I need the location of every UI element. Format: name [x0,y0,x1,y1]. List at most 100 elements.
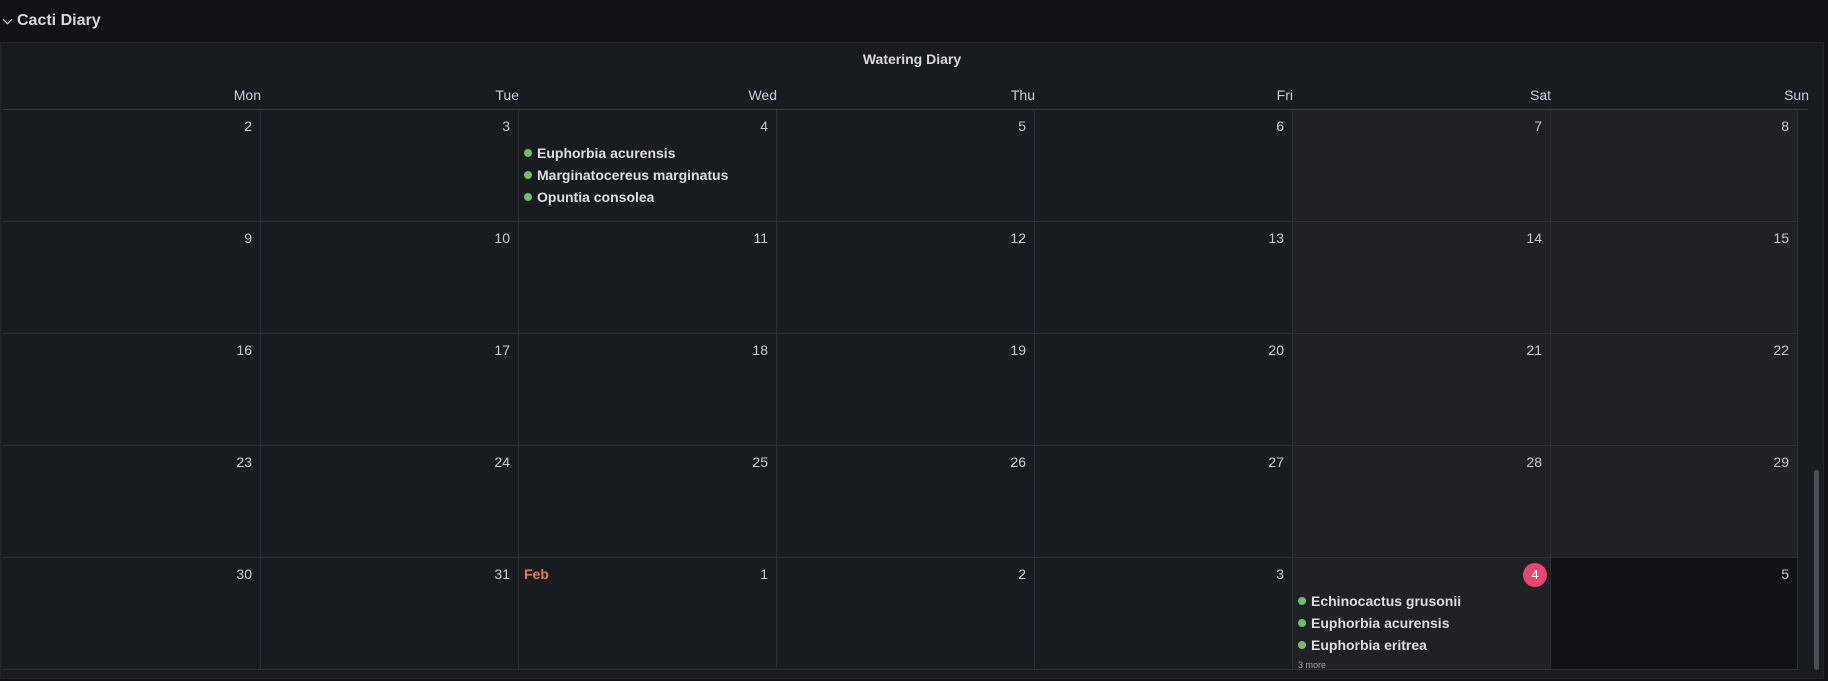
day-cell[interactable]: 4 Echinocactus grusonii Euphorbia acurensi… [1293,558,1551,670]
calendar-event[interactable]: Euphorbia acurensis [1298,612,1545,634]
month-label: Feb [524,566,549,582]
day-cell[interactable]: Feb 1 [519,558,777,670]
calendar-event[interactable]: Marginatocereus marginatus [524,164,771,186]
calendar-event[interactable]: Echinocactus grusonii [1298,590,1545,612]
day-cell[interactable]: 13 [1035,222,1293,334]
day-number[interactable]: 26 [1010,454,1026,470]
day-number[interactable]: 5 [1781,566,1789,582]
day-cell[interactable]: 5 [1551,558,1798,670]
weekday-header: Mon Tue Wed Thu Fri Sat Sun [3,82,1813,108]
day-number[interactable]: 2 [244,118,252,134]
day-cell[interactable]: 27 [1035,446,1293,558]
day-cell[interactable]: 2 [777,558,1035,670]
day-number[interactable]: 9 [244,230,252,246]
calendar-event[interactable]: Euphorbia eritrea [1298,634,1545,656]
day-number[interactable]: 7 [1534,118,1542,134]
day-cell[interactable]: 22 [1551,334,1798,446]
day-cell[interactable]: 10 [261,222,519,334]
day-cell[interactable]: 14 [1293,222,1551,334]
day-number[interactable]: 1 [760,566,768,582]
day-cell[interactable]: 7 [1293,110,1551,222]
weekday-mon: Mon [233,87,261,103]
day-number[interactable]: 21 [1526,342,1542,358]
day-cell[interactable]: 12 [777,222,1035,334]
event-label: Echinocactus grusonii [1311,593,1462,609]
day-cell[interactable]: 5 [777,110,1035,222]
event-label: Euphorbia acurensis [537,145,676,161]
day-number[interactable]: 23 [236,454,252,470]
day-cell[interactable]: 24 [261,446,519,558]
event-dot-icon [524,193,532,201]
day-number[interactable]: 3 [502,118,510,134]
day-number[interactable]: 19 [1010,342,1026,358]
day-number[interactable]: 27 [1268,454,1284,470]
day-number[interactable]: 17 [494,342,510,358]
day-cell[interactable]: 11 [519,222,777,334]
day-cell[interactable]: 9 [3,222,261,334]
vertical-scrollbar[interactable] [1814,470,1819,670]
day-number[interactable]: 6 [1276,118,1284,134]
day-number[interactable]: 11 [753,230,768,246]
weekday-thu: Thu [1010,87,1035,103]
day-cell[interactable]: 17 [261,334,519,446]
weekday-fri: Fri [1276,87,1293,103]
event-dot-icon [524,171,532,179]
event-dot-icon [524,149,532,157]
day-number[interactable]: 8 [1781,118,1789,134]
day-cell[interactable]: 8 [1551,110,1798,222]
day-number[interactable]: 29 [1773,454,1789,470]
weekday-wed: Wed [748,87,777,103]
day-number[interactable]: 5 [1018,118,1026,134]
day-cell[interactable]: 19 [777,334,1035,446]
day-cell[interactable]: 6 [1035,110,1293,222]
day-number[interactable]: 28 [1526,454,1542,470]
day-number[interactable]: 16 [236,342,252,358]
day-number[interactable]: 20 [1268,342,1284,358]
day-number[interactable]: 15 [1773,230,1789,246]
day-number[interactable]: 10 [494,230,510,246]
day-number[interactable]: 30 [236,566,252,582]
day-cell[interactable]: 25 [519,446,777,558]
day-number[interactable]: 25 [752,454,768,470]
day-cell[interactable]: 16 [3,334,261,446]
event-label: Euphorbia acurensis [1311,615,1450,631]
day-number[interactable]: 22 [1773,342,1789,358]
event-dot-icon [1298,619,1306,627]
day-number[interactable]: 14 [1526,230,1542,246]
day-cell[interactable]: 28 [1293,446,1551,558]
row-title: Cacti Diary [17,12,101,29]
day-cell[interactable]: 15 [1551,222,1798,334]
chevron-down-icon[interactable] [2,14,13,25]
weekday-sat: Sat [1529,87,1551,103]
day-number[interactable]: 4 [760,118,768,134]
day-cell[interactable]: 3 [1035,558,1293,670]
day-cell[interactable]: 26 [777,446,1035,558]
day-cell[interactable]: 18 [519,334,777,446]
day-cell[interactable]: 30 [3,558,261,670]
event-label: Euphorbia eritrea [1311,637,1427,653]
panel-title[interactable]: Watering Diary [1,51,1823,67]
day-cell[interactable]: 31 [261,558,519,670]
day-cell[interactable]: 20 [1035,334,1293,446]
event-dot-icon [1298,641,1306,649]
row-toggle[interactable]: Cacti Diary [2,12,101,30]
event-label: Opuntia consolea [537,189,655,205]
day-number[interactable]: 2 [1018,566,1026,582]
day-cell[interactable]: 3 [261,110,519,222]
today-badge[interactable]: 4 [1523,563,1547,587]
day-number[interactable]: 24 [494,454,510,470]
event-list: Euphorbia acurensis Marginatocereus margi… [524,142,771,208]
day-cell[interactable]: 29 [1551,446,1798,558]
more-events-link[interactable]: 3 more [1298,660,1545,668]
day-number[interactable]: 3 [1276,566,1284,582]
calendar-event[interactable]: Opuntia consolea [524,186,771,208]
day-number[interactable]: 13 [1268,230,1284,246]
day-cell[interactable]: 4 Euphorbia acurensis Marginatocereus marg… [519,110,777,222]
day-cell[interactable]: 21 [1293,334,1551,446]
day-cell[interactable]: 2 [3,110,261,222]
day-number[interactable]: 12 [1010,230,1026,246]
day-cell[interactable]: 23 [3,446,261,558]
day-number[interactable]: 31 [494,566,510,582]
day-number[interactable]: 18 [752,342,768,358]
calendar-event[interactable]: Euphorbia acurensis [524,142,771,164]
